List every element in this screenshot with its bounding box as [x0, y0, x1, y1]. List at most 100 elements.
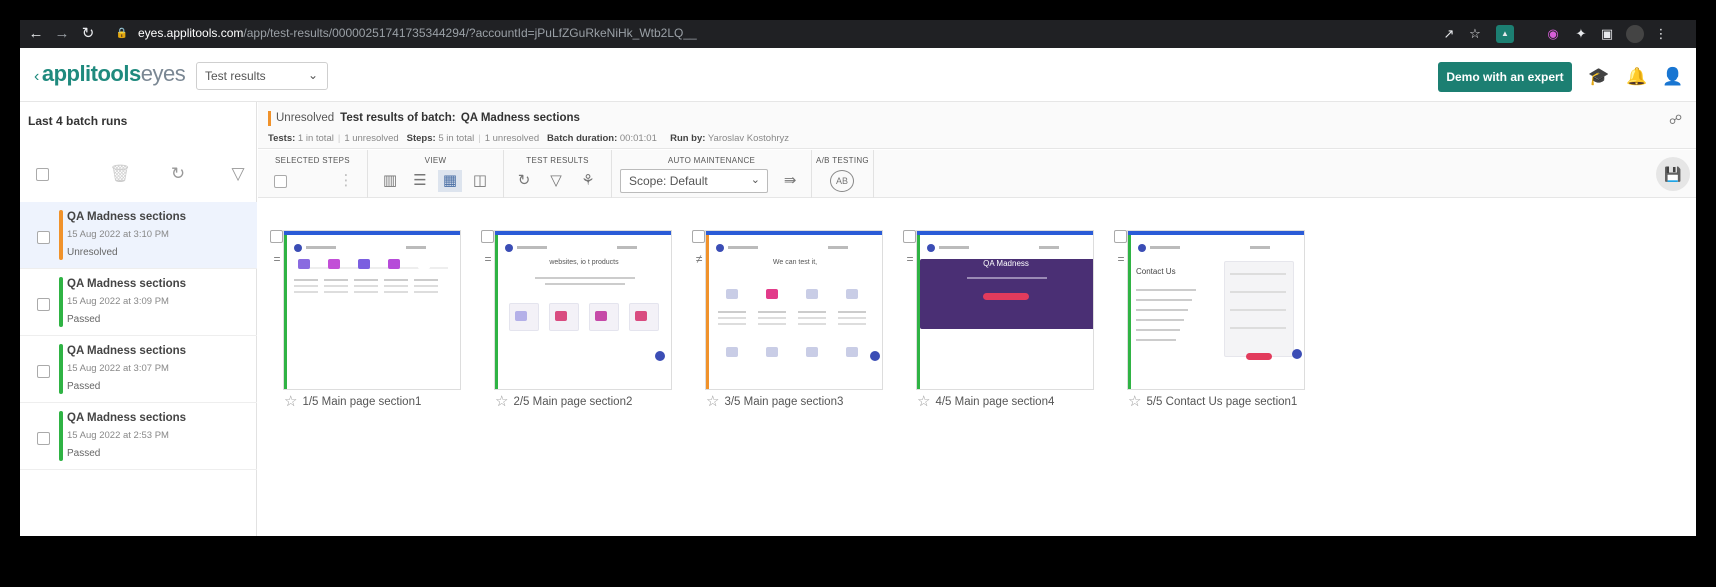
step-caption: ☆ 1/5 Main page section1 [284, 392, 421, 410]
user-settings-icon[interactable]: 👤 [1662, 66, 1684, 88]
selected-steps-label: SELECTED STEPS [275, 156, 350, 165]
select-steps-checkbox[interactable] [274, 175, 287, 188]
step-checkbox[interactable] [903, 230, 916, 243]
step-caption-text: 2/5 Main page section2 [513, 396, 633, 408]
star-icon[interactable]: ☆ [1128, 393, 1141, 410]
address-bar[interactable]: eyes.applitools.com/app/test-results/000… [138, 26, 697, 40]
shot-nav [294, 239, 454, 252]
step-caption: ☆ 2/5 Main page section2 [495, 392, 632, 410]
batch-runs-toolbar: 🗑 ↻ ▽ [20, 162, 257, 194]
filter-icon[interactable]: ▽ [226, 162, 250, 186]
star-icon[interactable]: ☆ [284, 393, 297, 410]
shot-nav [716, 239, 876, 252]
run-checkbox[interactable] [37, 231, 50, 244]
run-status: Passed [67, 381, 101, 392]
batch-run-item[interactable]: QA Madness sections 15 Aug 2022 at 2:53 P… [20, 403, 257, 470]
sidebar-icon[interactable]: ▣ [1598, 25, 1616, 43]
list-view-icon[interactable]: ☰ [408, 170, 432, 192]
run-date: 15 Aug 2022 at 3:07 PM [67, 363, 169, 374]
star-icon[interactable]: ☆ [706, 393, 719, 410]
step-caption-text: 1/5 Main page section1 [302, 396, 422, 408]
bell-icon[interactable]: 🔔 [1626, 66, 1648, 88]
back-icon[interactable]: ← [26, 24, 46, 44]
refresh-results-icon[interactable]: ↻ [512, 170, 536, 192]
step-screenshot[interactable]: QA Madness [916, 230, 1094, 390]
step-screenshot[interactable] [283, 230, 461, 390]
step-checkbox[interactable] [270, 230, 283, 243]
compare-view-icon[interactable]: ◫ [468, 170, 492, 192]
filter-results-icon[interactable]: ▽ [544, 170, 568, 192]
select-all-checkbox[interactable] [36, 168, 49, 181]
step-status-bar [1128, 231, 1131, 389]
batch-header: Unresolved Test results of batch: QA Madn… [258, 102, 1696, 149]
batch-results-main: Unresolved Test results of batch: QA Madn… [258, 102, 1696, 536]
url-host: eyes.applitools.com [138, 26, 244, 40]
chevron-down-icon: ⌄ [750, 174, 760, 186]
trash-icon[interactable]: 🗑 [108, 162, 132, 186]
shot-nav [1138, 239, 1298, 252]
step-thumbnail[interactable]: = Contact Us ☆ 5/5 Contact Us page section1 [1114, 230, 1305, 430]
bookmark-star-icon[interactable]: ☆ [1466, 25, 1484, 43]
shot-top-bar [917, 231, 1093, 235]
step-checkbox[interactable] [692, 230, 705, 243]
forward-icon[interactable]: → [52, 24, 72, 44]
step-checkbox[interactable] [481, 230, 494, 243]
steps-total: 5 in total [438, 133, 475, 144]
run-checkbox[interactable] [37, 298, 50, 311]
share-icon[interactable]: ☍ [1669, 112, 1682, 128]
extension-color-icon[interactable]: ◉ [1544, 25, 1562, 43]
refresh-icon[interactable]: ↻ [166, 162, 190, 186]
step-screenshot[interactable]: We can test it, [705, 230, 883, 390]
more-vertical-icon[interactable]: ⋮ [334, 170, 358, 192]
step-thumbnail[interactable]: = ☆ 1/5 Main page section1 [270, 230, 461, 430]
grid-view-icon[interactable]: ▦ [438, 170, 462, 192]
profile-avatar-icon[interactable] [1626, 25, 1644, 43]
step-screenshot[interactable]: Contact Us [1127, 230, 1305, 390]
extension-beta-icon[interactable]: ▲ [1496, 25, 1514, 43]
view-select[interactable]: Test results ⌄ [196, 62, 328, 90]
graduation-cap-icon[interactable]: 🎓 [1588, 66, 1610, 88]
run-checkbox[interactable] [37, 365, 50, 378]
ab-testing-icon[interactable]: AB [830, 170, 854, 192]
shot-nav [927, 239, 1087, 252]
run-status-bar [59, 277, 63, 327]
step-thumbnail[interactable]: = QA Madness ☆ 4/5 Main page section4 [903, 230, 1094, 430]
save-icon[interactable]: 💾 [1656, 157, 1690, 191]
batch-run-item[interactable]: QA Madness sections 15 Aug 2022 at 3:07 P… [20, 336, 257, 403]
browser-toolbar: ← → ↻ 🔒 eyes.applitools.com/app/test-res… [20, 20, 1696, 48]
run-name: QA Madness sections [67, 412, 187, 424]
shot-top-bar [495, 231, 671, 235]
not-equal-icon[interactable]: ≠ [692, 252, 706, 266]
equal-icon[interactable]: = [481, 252, 495, 266]
demo-with-expert-button[interactable]: Demo with an expert [1438, 62, 1572, 92]
step-caption: ☆ 3/5 Main page section3 [706, 392, 843, 410]
step-screenshot[interactable]: websites, io t products [494, 230, 672, 390]
step-thumbnail[interactable]: = websites, io t products ☆ 2/5 Main page s… [481, 230, 672, 430]
scope-select[interactable]: Scope: Default ⌄ [620, 169, 768, 193]
applitools-logo[interactable]: ‹ applitoolseyes [34, 61, 186, 87]
run-status-bar [59, 210, 63, 260]
reload-icon[interactable]: ↻ [78, 24, 98, 44]
batch-run-item[interactable]: QA Madness sections 15 Aug 2022 at 3:10 P… [20, 202, 257, 269]
share-page-icon[interactable]: ↗ [1440, 25, 1458, 43]
shot-heading: QA Madness [983, 259, 1029, 268]
step-caption-text: 4/5 Main page section4 [935, 396, 1055, 408]
step-caption-text: 5/5 Contact Us page section1 [1146, 396, 1298, 408]
equal-icon[interactable]: = [903, 252, 917, 266]
extensions-puzzle-icon[interactable]: ✦ [1572, 25, 1590, 43]
step-checkbox[interactable] [1114, 230, 1127, 243]
step-thumbnail[interactable]: ≠ We can test it, ☆ 3/5 Main page section3 [692, 230, 883, 430]
star-icon[interactable]: ☆ [917, 393, 930, 410]
url-path: /app/test-results/00000251741735344294/?… [243, 26, 697, 40]
menu-kebab-icon[interactable]: ⋮ [1652, 25, 1670, 43]
bar-chart-view-icon[interactable]: ▥ [378, 170, 402, 192]
batch-run-item[interactable]: QA Madness sections 15 Aug 2022 at 3:09 P… [20, 269, 257, 336]
group-by-icon[interactable]: ⚘ [576, 170, 600, 192]
equal-icon[interactable]: = [1114, 252, 1128, 266]
ab-testing-label: A/B TESTING [816, 156, 869, 165]
batch-status: Unresolved [276, 112, 335, 124]
equal-icon[interactable]: = [270, 252, 284, 266]
star-icon[interactable]: ☆ [495, 393, 508, 410]
run-checkbox[interactable] [37, 432, 50, 445]
auto-maintenance-icon[interactable]: ⇛ [778, 170, 802, 192]
